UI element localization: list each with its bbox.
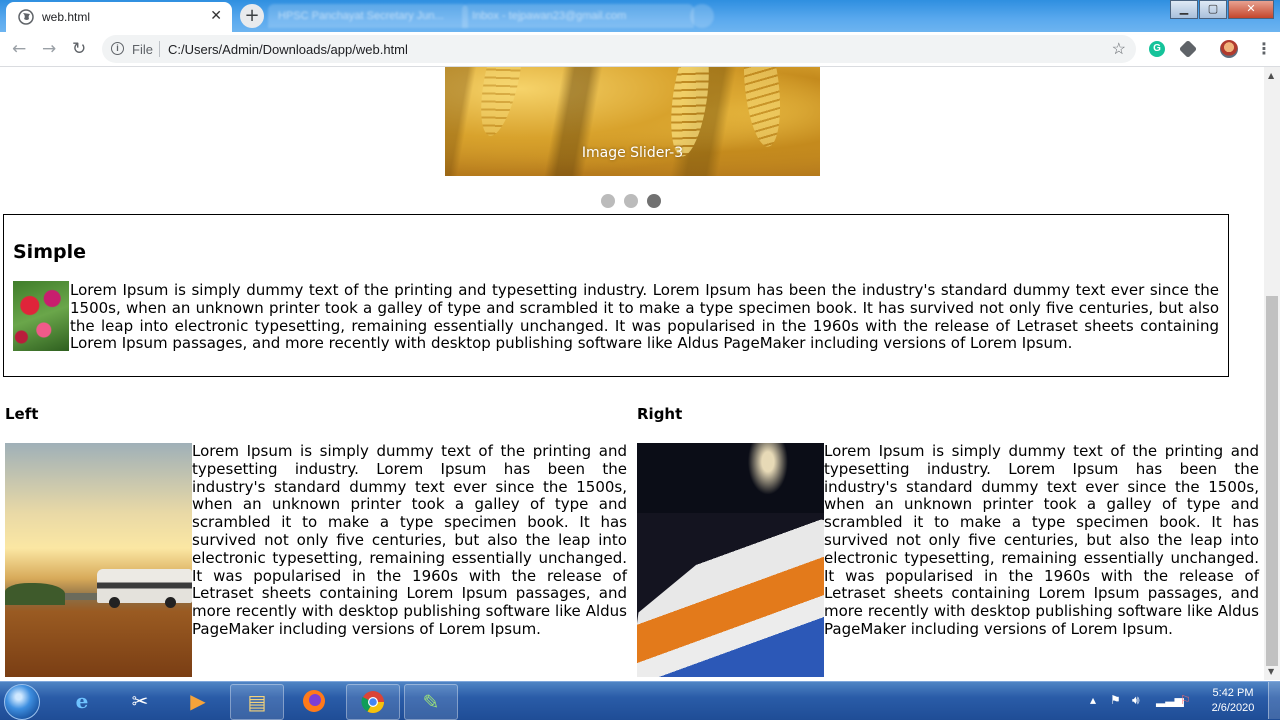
- back-icon[interactable]: ←: [12, 39, 26, 59]
- left-paragraph: Lorem Ipsum is simply dummy text of the …: [192, 442, 627, 638]
- globe-icon: [18, 9, 34, 25]
- minimize-button[interactable]: ▁: [1170, 0, 1198, 19]
- flag-alert-icon[interactable]: ⚐: [1180, 693, 1191, 707]
- right-heading: Right: [637, 405, 683, 423]
- address-separator: [159, 41, 160, 57]
- close-tab-icon[interactable]: ✕: [210, 8, 222, 24]
- address-url[interactable]: C:/Users/Admin/Downloads/app/web.html: [168, 42, 408, 57]
- media-player-icon[interactable]: ▶: [172, 684, 224, 718]
- page-viewport: Image Slider-3 Simple Lorem Ipsum is sim…: [0, 67, 1264, 680]
- maximize-button[interactable]: ▢: [1199, 0, 1227, 19]
- tab-web-html[interactable]: web.html ✕: [6, 2, 232, 32]
- start-button[interactable]: [4, 684, 40, 720]
- show-hidden-icons[interactable]: ▴: [1090, 693, 1096, 707]
- paint-icon[interactable]: ✎: [404, 684, 458, 720]
- bush-shape: [5, 583, 65, 605]
- file-explorer-icon[interactable]: ▤: [230, 684, 284, 720]
- tab-inbox[interactable]: Inbox - tejpawan23@gmail.com: [462, 4, 694, 28]
- scroll-down-icon[interactable]: ▼: [1268, 667, 1274, 676]
- bus-wheel: [109, 597, 120, 608]
- clock-time: 5:42 PM: [1212, 687, 1254, 699]
- forward-icon[interactable]: →: [42, 39, 56, 59]
- internet-explorer-icon[interactable]: e: [56, 684, 108, 718]
- browser-toolbar: ← → ↻ i File C:/Users/Admin/Downloads/ap…: [0, 32, 1280, 67]
- right-paragraph: Lorem Ipsum is simply dummy text of the …: [824, 442, 1259, 638]
- reload-icon[interactable]: ↻: [72, 39, 86, 59]
- grammarly-icon[interactable]: G: [1149, 41, 1165, 57]
- slider-dot-2[interactable]: [624, 194, 638, 208]
- firefox-icon[interactable]: [288, 684, 340, 718]
- new-tab-button[interactable]: +: [240, 4, 264, 28]
- chrome-logo: [361, 691, 384, 713]
- star-icon[interactable]: ☆: [1112, 39, 1126, 59]
- tab-title: HPSC Panchayat Secretary Jun...: [278, 10, 444, 22]
- simple-heading: Simple: [13, 241, 86, 263]
- close-window-button[interactable]: ✕: [1228, 0, 1274, 19]
- menu-icon[interactable]: ⋮: [1256, 39, 1272, 58]
- snipping-tool-icon[interactable]: ✂: [114, 684, 166, 718]
- bus-sunset-image: [5, 443, 192, 677]
- new-tab-ghost: [690, 4, 714, 28]
- info-icon[interactable]: i: [111, 42, 124, 55]
- slider-dots: [601, 194, 670, 208]
- flowers-image: [13, 281, 69, 351]
- simple-section: Simple Lorem Ipsum is simply dummy text …: [3, 214, 1229, 377]
- scrollbar-thumb[interactable]: [1266, 296, 1278, 666]
- tab-title: Inbox - tejpawan23@gmail.com: [472, 10, 627, 22]
- show-desktop-button[interactable]: [1268, 682, 1280, 719]
- system-clock[interactable]: 5:42 PM 2/6/2020: [1208, 686, 1258, 716]
- profile-avatar[interactable]: [1220, 40, 1238, 58]
- firefox-logo: [303, 690, 325, 712]
- address-bar[interactable]: i File C:/Users/Admin/Downloads/app/web.…: [102, 35, 1136, 63]
- scroll-up-icon[interactable]: ▲: [1268, 71, 1274, 80]
- image-slider: Image Slider-3: [445, 67, 820, 176]
- left-heading: Left: [5, 405, 39, 423]
- wheat-grain: [472, 67, 532, 140]
- slider-dot-1[interactable]: [601, 194, 615, 208]
- volume-icon[interactable]: 🔊︎: [1132, 693, 1140, 708]
- slider-dot-3[interactable]: [647, 194, 661, 208]
- tab-strip: web.html ✕ + HPSC Panchayat Secretary Ju…: [0, 0, 1280, 32]
- tab-hpsc[interactable]: HPSC Panchayat Secretary Jun...: [268, 4, 468, 28]
- slide-caption: Image Slider-3: [581, 145, 684, 161]
- wheat-grain: [738, 67, 786, 149]
- window-controls: ▁ ▢ ✕: [1169, 0, 1274, 19]
- tent-image: [637, 443, 824, 677]
- chrome-icon[interactable]: [346, 684, 400, 720]
- bus-wheel: [165, 597, 176, 608]
- taskbar: e ✂ ▶ ▤ ✎: [0, 681, 1280, 720]
- simple-paragraph: Lorem Ipsum is simply dummy text of the …: [70, 281, 1219, 353]
- tab-title: web.html: [42, 10, 91, 24]
- address-scheme: File: [132, 42, 153, 57]
- page-scrollbar[interactable]: ▲ ▼: [1264, 67, 1280, 680]
- clock-date: 2/6/2020: [1211, 702, 1255, 714]
- tent-shape: [637, 508, 824, 677]
- action-center-icon[interactable]: ⚑: [1110, 693, 1121, 707]
